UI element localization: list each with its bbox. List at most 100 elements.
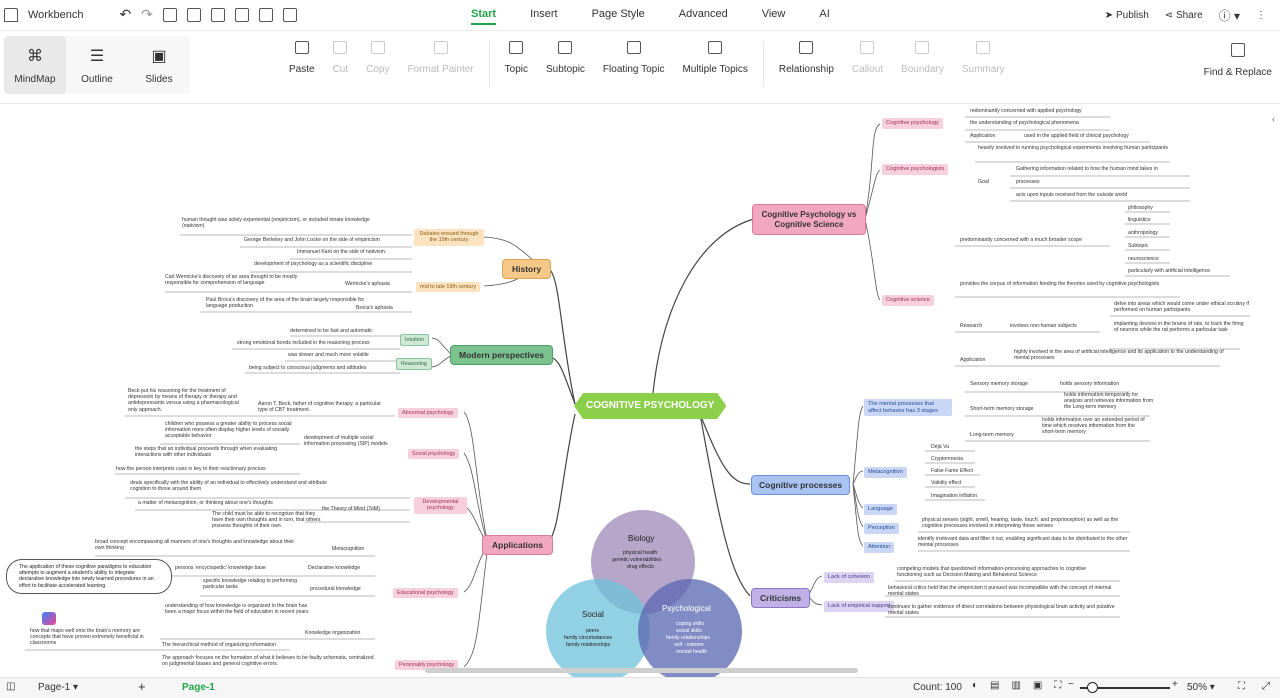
- active-page-tab[interactable]: Page-1: [182, 682, 215, 693]
- copy-button[interactable]: Copy: [357, 41, 398, 87]
- redo-icon[interactable]: ↷: [141, 6, 153, 23]
- subtopic-social-psychology[interactable]: Social psychology: [408, 449, 460, 460]
- tab-page-style[interactable]: Page Style: [592, 8, 645, 25]
- subtopic-icon: [558, 41, 573, 54]
- boundary-button[interactable]: Boundary: [892, 41, 953, 87]
- open-folder-icon[interactable]: [186, 7, 201, 22]
- fullscreen-icon[interactable]: ⤢: [1262, 681, 1270, 692]
- zoom-out-icon[interactable]: −: [1068, 679, 1074, 690]
- view-mindmap[interactable]: ⌘ MindMap: [4, 36, 66, 94]
- zoom-in-icon[interactable]: +: [1172, 679, 1178, 690]
- venn-social-item: family relationships: [566, 642, 611, 648]
- topic-button[interactable]: Topic: [496, 41, 537, 87]
- tab-ai[interactable]: AI: [819, 8, 829, 25]
- format-painter-label: Format Painter: [407, 64, 474, 75]
- print-icon[interactable]: [234, 7, 249, 22]
- detail: human thought was solely experiential (e…: [182, 217, 370, 230]
- workbench-link[interactable]: Workbench: [28, 9, 83, 21]
- mindmap-canvas[interactable]: COGNITIVE PSYCHOLOGY Cognitive Psychology…: [0, 104, 1280, 683]
- subtopic-attention[interactable]: Attention: [864, 542, 895, 553]
- topic-modern-perspectives[interactable]: Modern perspectives: [450, 345, 554, 366]
- fit-screen-icon[interactable]: ⛶: [1238, 681, 1245, 692]
- subtopic-debates[interactable]: Debates ensued through the 19th century: [414, 229, 484, 246]
- detail: Gathering information related to how the…: [1016, 166, 1158, 172]
- page-tab[interactable]: Page-1 ▾: [38, 682, 78, 693]
- central-topic[interactable]: COGNITIVE PSYCHOLOGY: [574, 393, 727, 419]
- detail: Beck put his reasoning for the treatment…: [128, 388, 239, 413]
- subtopic-button[interactable]: Subtopic: [537, 41, 594, 87]
- topic-history[interactable]: History: [502, 259, 552, 280]
- subtopic-educational-psychology[interactable]: Educational psychology: [393, 588, 458, 599]
- subtopic-lack-of-cohesion[interactable]: Lack of cohesion: [824, 572, 874, 583]
- floating-topic-button[interactable]: Floating Topic: [594, 41, 674, 87]
- tab-view[interactable]: View: [762, 8, 786, 25]
- subtopic-reasoning[interactable]: Reasoning: [396, 358, 432, 371]
- subtopic-cognitive-psychologists[interactable]: Cognitive psychologists: [882, 164, 949, 175]
- detail: Broca's aphasia: [356, 305, 393, 311]
- callout-button[interactable]: Callout: [843, 41, 892, 87]
- summary-button[interactable]: Summary: [953, 41, 1014, 87]
- subtopic-metacognition[interactable]: Metacognition: [864, 467, 907, 478]
- topic-cognitive-processes[interactable]: Cognitive processes: [751, 475, 851, 496]
- tab-advanced[interactable]: Advanced: [679, 8, 728, 25]
- home-icon[interactable]: [4, 7, 18, 22]
- venn-biology-item: genetic vulnerabilities: [612, 557, 662, 563]
- callout-edu-note: The application of these cognitive parad…: [6, 559, 172, 594]
- new-file-icon[interactable]: [162, 7, 177, 22]
- publish-button[interactable]: ➤ Publish: [1105, 10, 1149, 21]
- subtopic-lack-of-empirical-support[interactable]: Lack of empirical support: [824, 601, 895, 612]
- detail: holds information temporarily for analys…: [1064, 392, 1154, 411]
- detail: highly involved in the area of artificia…: [1014, 349, 1224, 362]
- subtopic-intuition[interactable]: Intuition: [400, 334, 429, 347]
- export-icon[interactable]: [258, 7, 273, 22]
- subtopic-mid-19th[interactable]: mid to late 19th century: [416, 282, 481, 293]
- cut-button[interactable]: Cut: [324, 41, 358, 87]
- status-icons: ◐▤▥▣⛶: [972, 680, 1074, 691]
- view-slides[interactable]: ▣ Slides: [128, 36, 190, 94]
- panel-collapse-handle[interactable]: ‹: [1272, 114, 1275, 124]
- detail: understanding of how knowledge is organi…: [165, 603, 309, 616]
- detail: the understanding of psychological pheno…: [970, 120, 1079, 126]
- detail: George Berkeley and John Locke on the si…: [244, 237, 380, 243]
- detail: determined to be fast and automatic: [290, 328, 373, 334]
- share-button[interactable]: ⋖ Share: [1165, 10, 1203, 21]
- subtopic-perception[interactable]: Perception: [864, 523, 899, 534]
- sidebar-toggle-icon[interactable]: ◫: [6, 681, 15, 692]
- tab-insert[interactable]: Insert: [530, 8, 558, 25]
- main-tabs: Start Insert Page Style Advanced View AI: [471, 8, 830, 25]
- tab-start[interactable]: Start: [471, 8, 497, 25]
- topic-cog-vs-sci[interactable]: Cognitive Psychology vs Cognitive Scienc…: [752, 204, 866, 236]
- topic-criticisms[interactable]: Criticisms: [751, 588, 811, 609]
- paste-button[interactable]: Paste: [280, 41, 324, 87]
- more-icon[interactable]: ⋮: [1256, 10, 1266, 21]
- multiple-topics-button[interactable]: Multiple Topics: [673, 41, 756, 87]
- format-painter-button[interactable]: Format Painter: [399, 41, 483, 87]
- find-replace-button[interactable]: Find & Replace: [1204, 43, 1272, 78]
- save-icon[interactable]: [210, 7, 225, 22]
- detail: continues to gather evidence of direct c…: [888, 604, 1115, 617]
- view-outline[interactable]: ☰ Outline: [66, 36, 128, 94]
- detail: used in the applied field of clinical ps…: [1024, 133, 1129, 139]
- subtopic-three-stages[interactable]: The mental processes that affect behavio…: [864, 399, 952, 417]
- topic-applications[interactable]: Applications: [482, 535, 554, 556]
- node-count: Count: 100: [913, 682, 962, 693]
- topic-label: Topic: [504, 64, 528, 75]
- horizontal-scrollbar[interactable]: [425, 668, 858, 673]
- subtopic-language[interactable]: Language: [864, 504, 897, 515]
- subtopic-cognitive-science[interactable]: Cognitive science: [882, 295, 934, 306]
- detail: the Theory of Mind (ToM): [322, 506, 380, 512]
- relationship-button[interactable]: Relationship: [770, 41, 843, 87]
- subtopic-developmental-psychology[interactable]: Developmental psychology: [414, 497, 467, 514]
- check-icon[interactable]: [282, 7, 297, 22]
- add-page-icon[interactable]: +: [138, 679, 146, 694]
- zoom-level[interactable]: 50% ▾: [1187, 682, 1215, 693]
- subtopic-cognitive-psychology[interactable]: Cognitive psychology: [882, 118, 943, 129]
- help-icon[interactable]: ⓘ ▾: [1219, 7, 1240, 24]
- detail: deals specifically with the ability of a…: [130, 480, 327, 493]
- share-label: Share: [1175, 10, 1203, 21]
- undo-icon[interactable]: ↶: [119, 6, 131, 23]
- zoom-slider-handle[interactable]: [1087, 682, 1098, 693]
- app-logo-icon: [42, 612, 56, 625]
- share-icon: ⋖: [1164, 10, 1176, 21]
- subtopic-abnormal-psychology[interactable]: Abnormal psychology: [398, 408, 458, 419]
